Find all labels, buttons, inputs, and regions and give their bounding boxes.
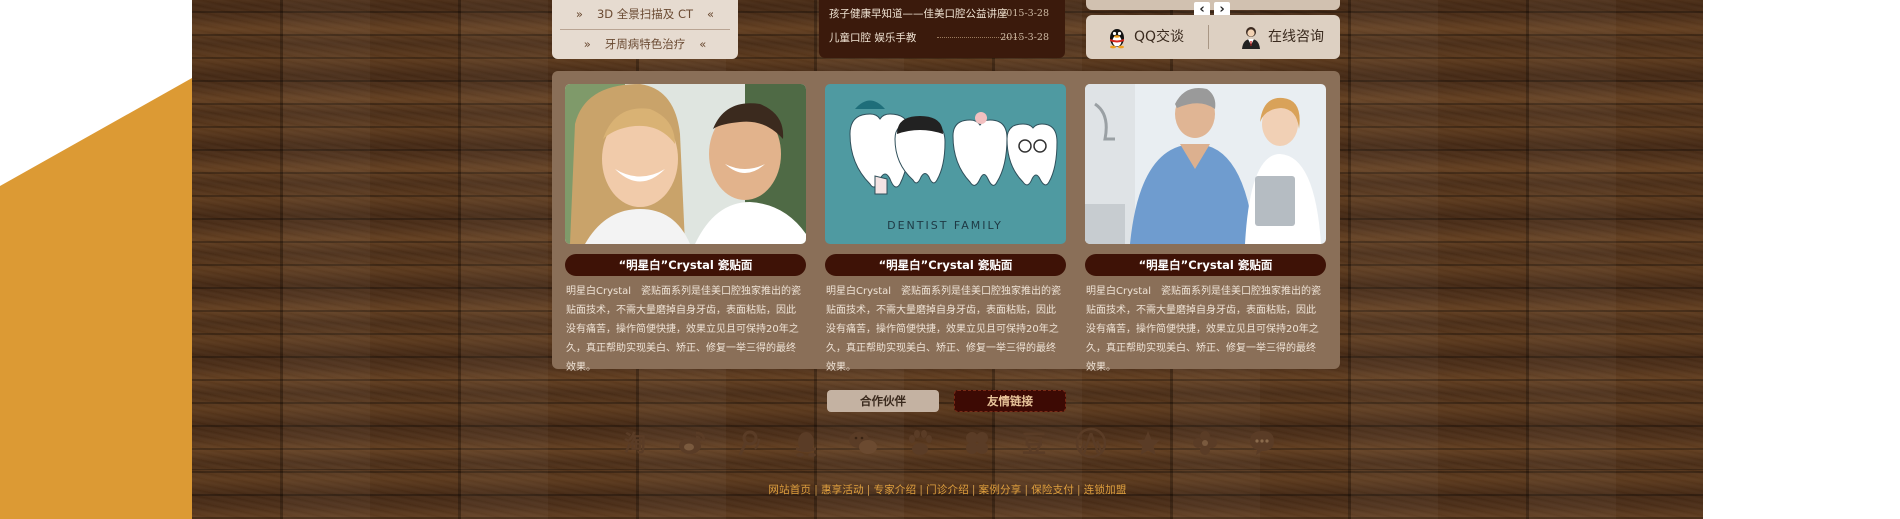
card-title[interactable]: “明星白”Crystal 瓷贴面 [1085, 254, 1326, 276]
slider-strip [1086, 0, 1340, 10]
wood-background: » 3D 全景扫描及 CT « » 牙周病特色治疗 « 孩子健康早知道——佳美口腔公益讲… [192, 0, 1703, 519]
card-description: 明星白Crystal 瓷贴面系列是佳美口腔独家推出的瓷贴面技术，不需大量磨掉自身… [826, 286, 1062, 373]
qq-penguin-icon [1110, 29, 1124, 49]
svg-text:淘: 淘 [624, 431, 646, 457]
footer-link-clinics[interactable]: 门诊介绍 [926, 484, 969, 496]
tab-friendly-links[interactable]: 友情链接 [954, 390, 1066, 412]
footer-link-promotions[interactable]: 惠享活动 [821, 484, 864, 496]
news-item[interactable]: 孩子健康早知道——佳美口腔公益讲座 2015-3-28 [819, 4, 1065, 24]
footer-link-franchise[interactable]: 连锁加盟 [1084, 484, 1127, 496]
product-card[interactable]: “明星白”Crystal 瓷贴面 明星白Crystal 瓷贴面系列是佳美口腔独家… [565, 84, 806, 377]
online-consult-button[interactable]: 在线咨询 [1240, 15, 1324, 59]
service-item-periodontal[interactable]: » 牙周病特色治疗 « [552, 30, 738, 58]
card-title[interactable]: “明星白”Crystal 瓷贴面 [565, 254, 806, 276]
footer-divider [192, 469, 1703, 470]
tencent-weibo-icon[interactable] [733, 427, 765, 459]
product-card[interactable]: “明星白”Crystal 瓷贴面 明星白Crystal 瓷贴面系列是佳美口腔独家… [1085, 84, 1326, 377]
decorative-orange-shape [0, 78, 192, 519]
weibo-icon[interactable] [676, 427, 708, 459]
footer-link-experts[interactable]: 专家介绍 [874, 484, 917, 496]
online-consult-label: 在线咨询 [1268, 29, 1324, 45]
tab-partners[interactable]: 合作伙伴 [827, 390, 939, 412]
service-item-3d-ct[interactable]: » 3D 全景扫描及 CT « [552, 0, 738, 28]
footer-nav: 网站首页 | 惠享活动 | 专家介绍 | 门诊介绍 | 案例分享 | 保险支付 | 连锁加盟 [768, 484, 1127, 496]
douban-icon[interactable]: 豆 [1018, 427, 1050, 459]
flower-icon[interactable] [1189, 427, 1221, 459]
baidu-icon[interactable] [904, 427, 936, 459]
consultant-icon [1242, 27, 1260, 49]
news-title[interactable]: 孩子健康早知道——佳美口腔公益讲座 [829, 4, 1008, 24]
footer-link-insurance[interactable]: 保险支付 [1031, 484, 1074, 496]
news-date: 2015-3-28 [1000, 8, 1049, 19]
svg-text:豆: 豆 [1022, 430, 1046, 458]
message-icon[interactable] [1246, 427, 1278, 459]
kaixin-icon[interactable] [961, 427, 993, 459]
image-caption: DENTIST FAMILY [887, 219, 1003, 232]
doctors-image[interactable] [1085, 84, 1326, 244]
news-panel: 孩子健康早知道——佳美口腔公益讲座 2015-3-28 儿童口腔 娱乐手教 20… [819, 0, 1065, 58]
footer-link-cases[interactable]: 案例分享 [979, 484, 1022, 496]
qq-chat-label: QQ交谈 [1134, 29, 1185, 45]
footer-link-home[interactable]: 网站首页 [768, 484, 811, 496]
news-item[interactable]: 儿童口腔 娱乐手教 2015-3-28 [819, 28, 1065, 48]
card-title[interactable]: “明星白”Crystal 瓷贴面 [825, 254, 1066, 276]
couple-smile-image[interactable] [565, 84, 806, 244]
wechat-icon[interactable] [847, 427, 879, 459]
card-description: 明星白Crystal 瓷贴面系列是佳美口腔独家推出的瓷贴面技术，不需大量磨掉自身… [1086, 286, 1322, 373]
renren-icon[interactable] [1075, 427, 1107, 459]
dentist-family-image[interactable]: DENTIST FAMILY [825, 84, 1066, 244]
product-panel: “明星白”Crystal 瓷贴面 明星白Crystal 瓷贴面系列是佳美口腔独家… [552, 71, 1340, 373]
news-title[interactable]: 儿童口腔 娱乐手教 [829, 28, 916, 48]
product-card[interactable]: DENTIST FAMILY “明星白”Crystal 瓷贴面 明星白Cryst… [825, 84, 1066, 377]
favorite-icon[interactable] [1132, 427, 1164, 459]
qq-chat-button[interactable]: QQ交谈 [1106, 15, 1184, 59]
contact-box: QQ交谈 在线咨询 [1086, 15, 1340, 59]
divider [1208, 25, 1209, 49]
card-description: 明星白Crystal 瓷贴面系列是佳美口腔独家推出的瓷贴面技术，不需大量磨掉自身… [566, 286, 802, 373]
news-date: 2015-3-28 [1000, 32, 1049, 43]
service-item-label: 3D 全景扫描及 CT [596, 7, 694, 21]
service-item-label: 牙周病特色治疗 [604, 37, 686, 51]
taobao-icon[interactable]: 淘 [619, 427, 651, 459]
service-menu: » 3D 全景扫描及 CT « » 牙周病特色治疗 « [552, 0, 738, 59]
qq-icon[interactable] [790, 427, 822, 459]
